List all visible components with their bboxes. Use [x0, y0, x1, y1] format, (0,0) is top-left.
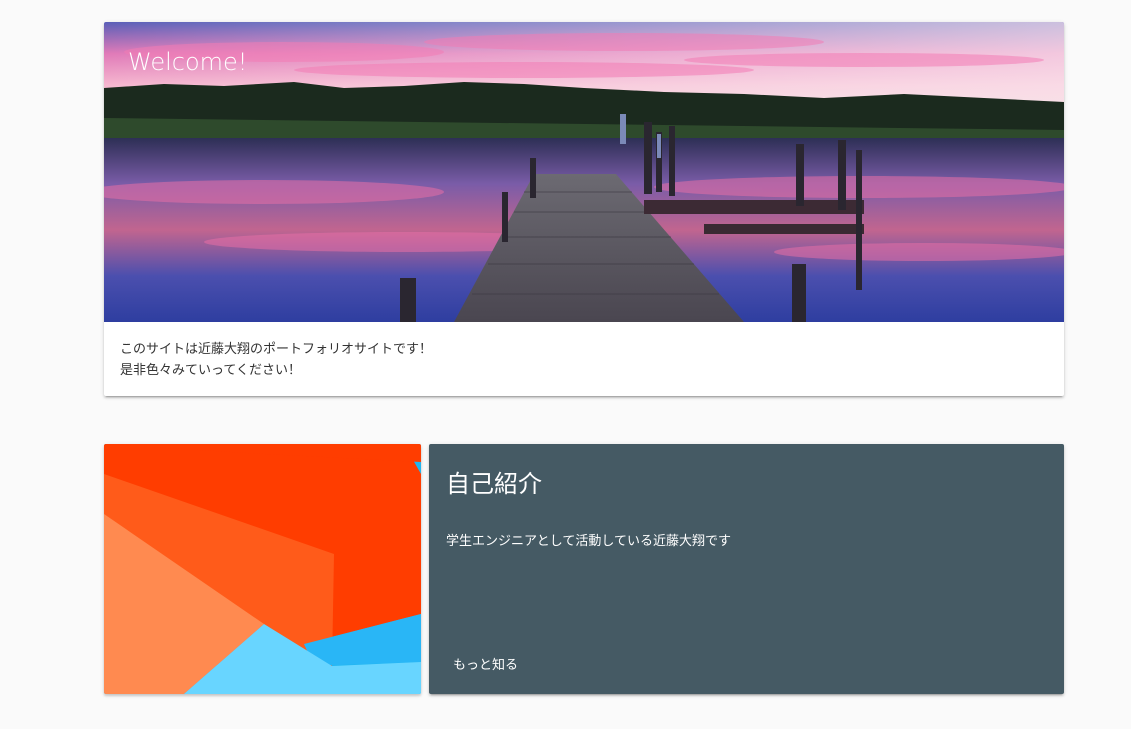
lake-pier-image: Welcome! [104, 22, 1064, 322]
welcome-card: Welcome! このサイトは近藤大翔のポートフォリオサイトです！ 是非色々みて… [104, 22, 1064, 396]
learn-more-button[interactable]: もっと知る [445, 652, 526, 680]
about-description: 学生エンジニアとして活動している近藤大翔です [446, 534, 731, 549]
welcome-line-1: このサイトは近藤大翔のポートフォリオサイトです！ [120, 342, 433, 357]
welcome-description: このサイトは近藤大翔のポートフォリオサイトです！ 是非色々みていってください！ [104, 322, 1064, 381]
about-title: 自己紹介 [446, 470, 542, 498]
about-decorative-image [104, 444, 421, 694]
welcome-title: Welcome! [128, 48, 248, 76]
welcome-line-2: 是非色々みていってください！ [120, 363, 301, 378]
about-card: 自己紹介 学生エンジニアとして活動している近藤大翔です もっと知る [429, 444, 1064, 694]
